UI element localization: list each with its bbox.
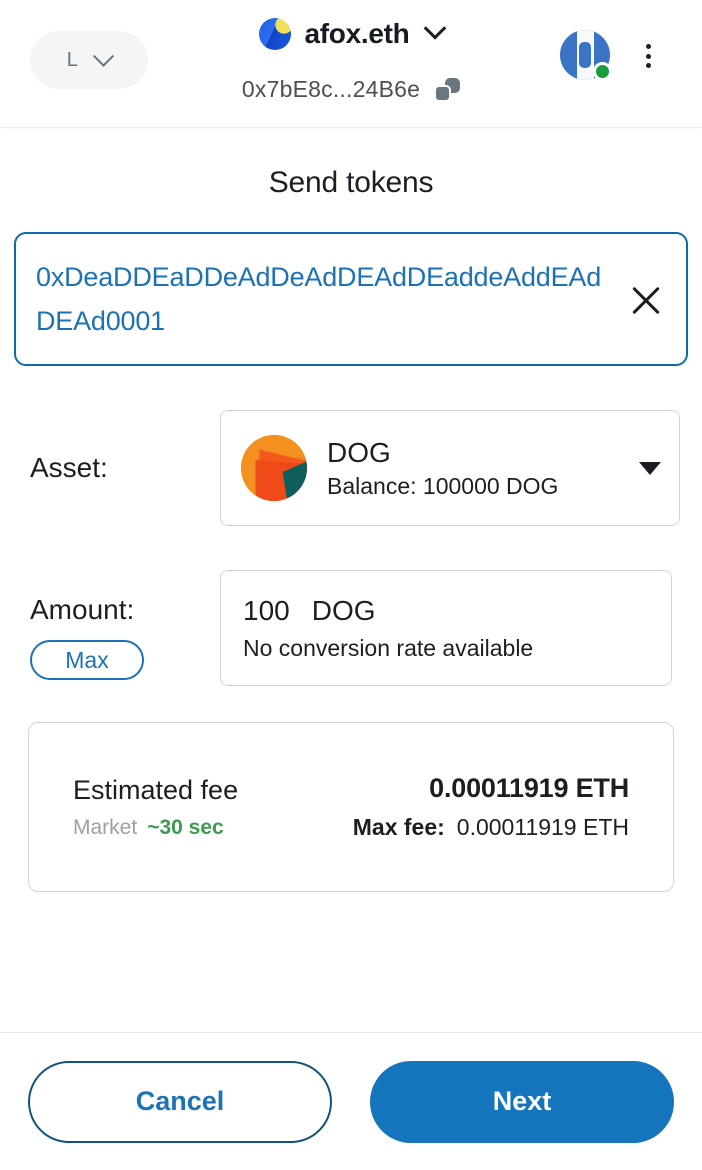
amount-value-line: 100 DOG [243,595,649,627]
account-name: afox.eth [304,18,410,49]
dog-token-icon [241,435,307,501]
main-content: Send tokens 0xDeaDDEaDDeAdDeAdDEAdDEadde… [0,128,702,1032]
recipient-address-value: 0xDeaDDEaDDeAdDeAdDEAdDEaddeAddEAdDEAd00… [36,262,602,336]
kebab-menu-icon[interactable] [636,44,660,68]
amount-input[interactable]: 100 DOG No conversion rate available [220,570,672,686]
asset-selector[interactable]: DOG Balance: 100000 DOG [220,410,680,526]
caret-down-icon[interactable] [639,461,661,475]
max-fee-row: Max fee: 0.00011919 ETH [353,814,629,841]
next-button[interactable]: Next [370,1060,674,1143]
recipient-address-field[interactable]: 0xDeaDDEaDDeAdDeAdDEAdDEaddeAddEAdDEAd00… [14,232,688,366]
send-tokens-screen: L afox.eth 0x7bE8c...24B6e Send tokens 0… [0,0,702,1170]
max-fee-label: Max fee: [352,814,445,840]
status-badge [593,62,612,81]
close-icon[interactable] [624,277,668,321]
cancel-button[interactable]: Cancel [28,1060,332,1143]
asset-label: Asset: [30,452,108,483]
estimated-fee-label: Estimated fee [73,774,239,805]
fee-time-estimate: ~30 sec [147,815,224,839]
footer-actions: Cancel Next [0,1032,702,1170]
asset-label-col: Asset: [30,410,220,484]
avatar [258,18,291,50]
network-pill-label: L [66,48,79,71]
fee-speed-row: Market ~30 sec [73,816,238,840]
asset-symbol: DOG [327,436,391,468]
app-header: L afox.eth 0x7bE8c...24B6e [0,0,702,128]
chevron-down-icon [424,17,447,40]
network-status-icon[interactable] [560,30,612,81]
estimated-fee-amount: 0.00011919 ETH [429,773,629,803]
copy-icon[interactable] [434,77,461,103]
asset-row: Asset: DOG Balance: 100000 DOG [0,410,702,526]
conversion-note: No conversion rate available [243,634,534,661]
amount-row: Amount: Max 100 DOG No conversion rate a… [0,570,702,686]
account-address: 0x7bE8c...24B6e [241,76,421,102]
fee-right: 0.00011919 ETH Max fee: 0.00011919 ETH [353,773,629,841]
amount-value: 100 [243,594,290,626]
fee-market-label: Market [73,815,138,839]
fee-left: Estimated fee Market ~30 sec [73,775,238,840]
amount-unit: DOG [311,594,376,626]
page-title: Send tokens [268,166,434,199]
asset-balance: Balance: 100000 DOG [327,472,559,499]
amount-label-col: Amount: Max [30,570,220,680]
max-fee-value: 0.00011919 ETH [456,814,629,840]
asset-info: DOG Balance: 100000 DOG [327,437,627,500]
estimated-fee-card[interactable]: Estimated fee Market ~30 sec 0.00011919 … [28,722,674,892]
max-button[interactable]: Max [30,640,144,680]
amount-label: Amount: [30,594,135,625]
account-address-row[interactable]: 0x7bE8c...24B6e [0,76,702,103]
